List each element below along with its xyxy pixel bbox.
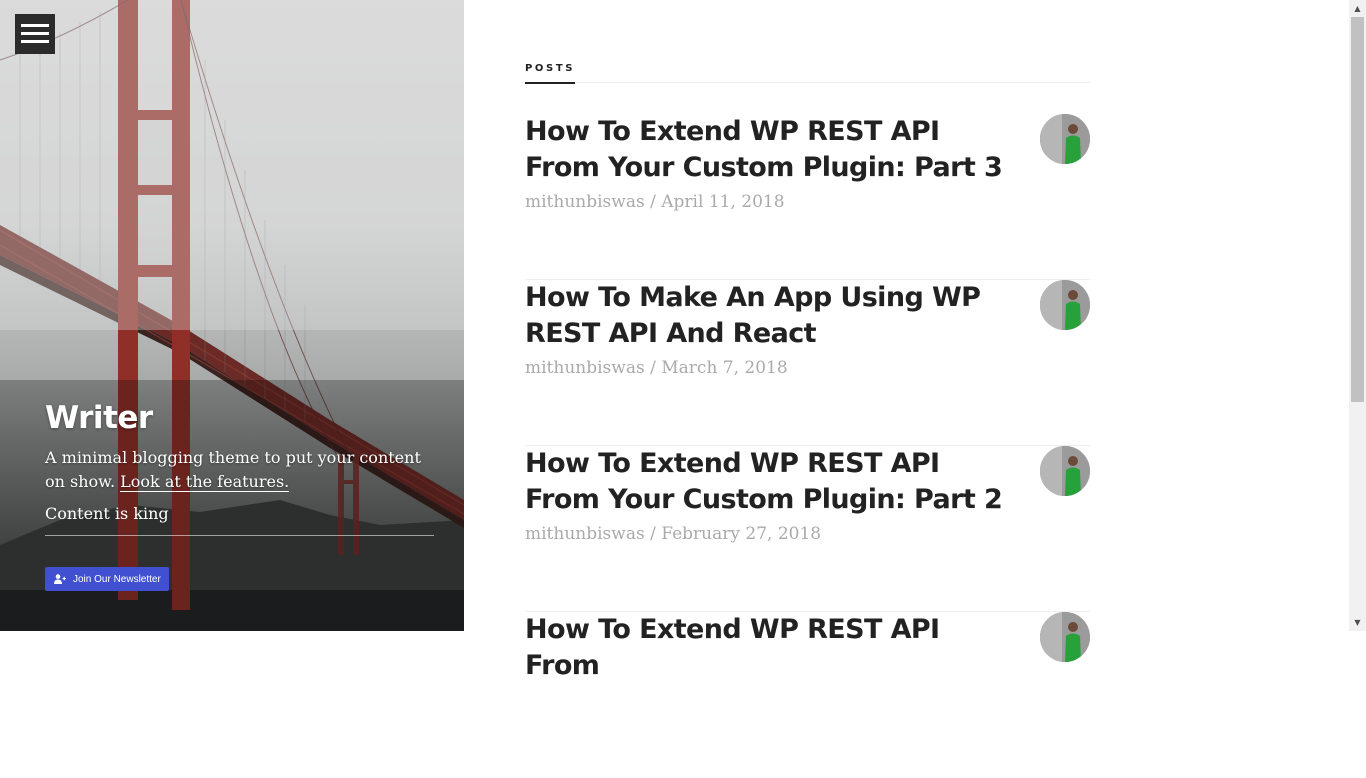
post-title[interactable]: How To Extend WP REST API From Your Cust… xyxy=(525,446,1015,518)
features-link[interactable]: Look at the features. xyxy=(120,472,290,492)
page-scrollbar[interactable]: ▲ ▼ xyxy=(1349,0,1366,631)
add-user-icon xyxy=(54,574,66,584)
author-avatar[interactable] xyxy=(1040,612,1090,662)
meta-separator: / xyxy=(650,524,656,544)
post-author[interactable]: mithunbiswas xyxy=(525,358,645,378)
author-avatar[interactable] xyxy=(1040,446,1090,496)
author-avatar[interactable] xyxy=(1040,114,1090,164)
hamburger-menu-icon-bar xyxy=(21,40,49,43)
post-meta: mithunbiswas / April 11, 2018 xyxy=(525,192,785,212)
post-date[interactable]: March 7, 2018 xyxy=(661,358,787,378)
meta-separator: / xyxy=(650,192,656,212)
scroll-down-arrow-icon[interactable]: ▼ xyxy=(1349,614,1366,631)
post-date[interactable]: April 11, 2018 xyxy=(661,192,784,212)
post-title[interactable]: How To Make An App Using WP REST API And… xyxy=(525,280,1015,352)
post-meta: mithunbiswas / March 7, 2018 xyxy=(525,358,788,378)
meta-separator: / xyxy=(650,358,656,378)
post-date[interactable]: February 27, 2018 xyxy=(661,524,821,544)
posts-section-label: POSTS xyxy=(525,63,576,84)
post-author[interactable]: mithunbiswas xyxy=(525,524,645,544)
site-tagline: Content is king xyxy=(45,504,434,536)
newsletter-button-label: Join Our Newsletter xyxy=(73,573,161,585)
menu-toggle-button[interactable] xyxy=(15,14,55,54)
author-avatar-image xyxy=(1040,114,1090,164)
hamburger-menu-icon xyxy=(21,24,49,27)
author-avatar-image xyxy=(1040,280,1090,330)
post-title[interactable]: How To Extend WP REST API From Your Cust… xyxy=(525,114,1015,186)
posts-section-header: POSTS xyxy=(525,58,1090,84)
site-branding: Writer A minimal blogging theme to put y… xyxy=(45,400,435,536)
post-item[interactable]: How To Make An App Using WP REST API And… xyxy=(525,280,1090,446)
site-title[interactable]: Writer xyxy=(45,400,435,436)
scroll-up-arrow-icon[interactable]: ▲ xyxy=(1349,0,1366,17)
site-description: A minimal blogging theme to put your con… xyxy=(45,446,435,494)
author-avatar-image xyxy=(1040,612,1090,662)
scrollbar-thumb[interactable] xyxy=(1351,17,1364,402)
author-avatar-image xyxy=(1040,446,1090,496)
hamburger-menu-icon-bar xyxy=(21,32,49,35)
post-item[interactable]: How To Extend WP REST API From Your Cust… xyxy=(525,114,1090,280)
bridge-background-image xyxy=(0,0,464,631)
post-item[interactable]: How To Extend WP REST API From xyxy=(525,612,1090,778)
join-newsletter-button[interactable]: Join Our Newsletter xyxy=(45,567,169,591)
author-avatar[interactable] xyxy=(1040,280,1090,330)
post-meta: mithunbiswas / February 27, 2018 xyxy=(525,524,821,544)
post-title[interactable]: How To Extend WP REST API From xyxy=(525,612,1015,684)
hero-panel: Writer A minimal blogging theme to put y… xyxy=(0,0,464,631)
post-author[interactable]: mithunbiswas xyxy=(525,192,645,212)
post-item[interactable]: How To Extend WP REST API From Your Cust… xyxy=(525,446,1090,612)
